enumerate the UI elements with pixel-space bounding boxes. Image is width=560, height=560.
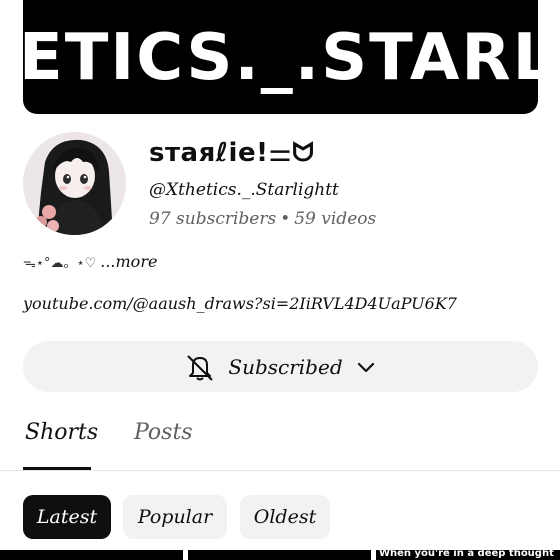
short-thumbnail[interactable]	[188, 550, 371, 560]
short-thumbnail[interactable]: When you're in a deep thought	[376, 550, 560, 560]
subscribed-button[interactable]: Subscribed	[23, 341, 538, 392]
channel-name: sтaяℓie!⚌ᗢ	[149, 138, 315, 168]
filter-latest[interactable]: Latest	[23, 495, 111, 539]
channel-description[interactable]: ᯓ⋆°☁︎。⋆♡ ...more	[23, 252, 157, 271]
avatar-illustration	[23, 132, 126, 235]
avatar[interactable]	[23, 132, 126, 235]
channel-tabs: Shorts Posts	[0, 412, 560, 472]
tab-posts[interactable]: Posts	[134, 420, 193, 445]
video-count: 59 videos	[294, 209, 377, 229]
channel-handle: @Xthetics._.Starlightt	[149, 180, 339, 200]
filter-oldest[interactable]: Oldest	[240, 495, 330, 539]
channel-banner: ETICS._.STARLIC	[23, 0, 538, 114]
description-text: ᯓ⋆°☁︎。⋆♡	[23, 256, 97, 271]
channel-stats: 97 subscribers • 59 videos	[149, 209, 376, 229]
filter-popular[interactable]: Popular	[123, 495, 227, 539]
short-caption: When you're in a deep thought	[379, 550, 554, 559]
more-link[interactable]: ...more	[100, 252, 157, 271]
channel-link[interactable]: youtube.com/@aaush_draws?si=2IiRVL4D4UaP…	[23, 294, 457, 313]
short-thumbnail[interactable]	[0, 550, 183, 560]
stats-separator: •	[280, 209, 291, 229]
banner-text: ETICS._.STARLIC	[23, 21, 538, 95]
tabs-divider	[0, 470, 560, 471]
bell-icon	[187, 354, 214, 381]
chevron-down-icon	[357, 362, 374, 372]
tab-shorts[interactable]: Shorts	[25, 420, 98, 445]
subscriber-count: 97 subscribers	[149, 209, 277, 229]
subscribed-label: Subscribed	[228, 354, 343, 379]
